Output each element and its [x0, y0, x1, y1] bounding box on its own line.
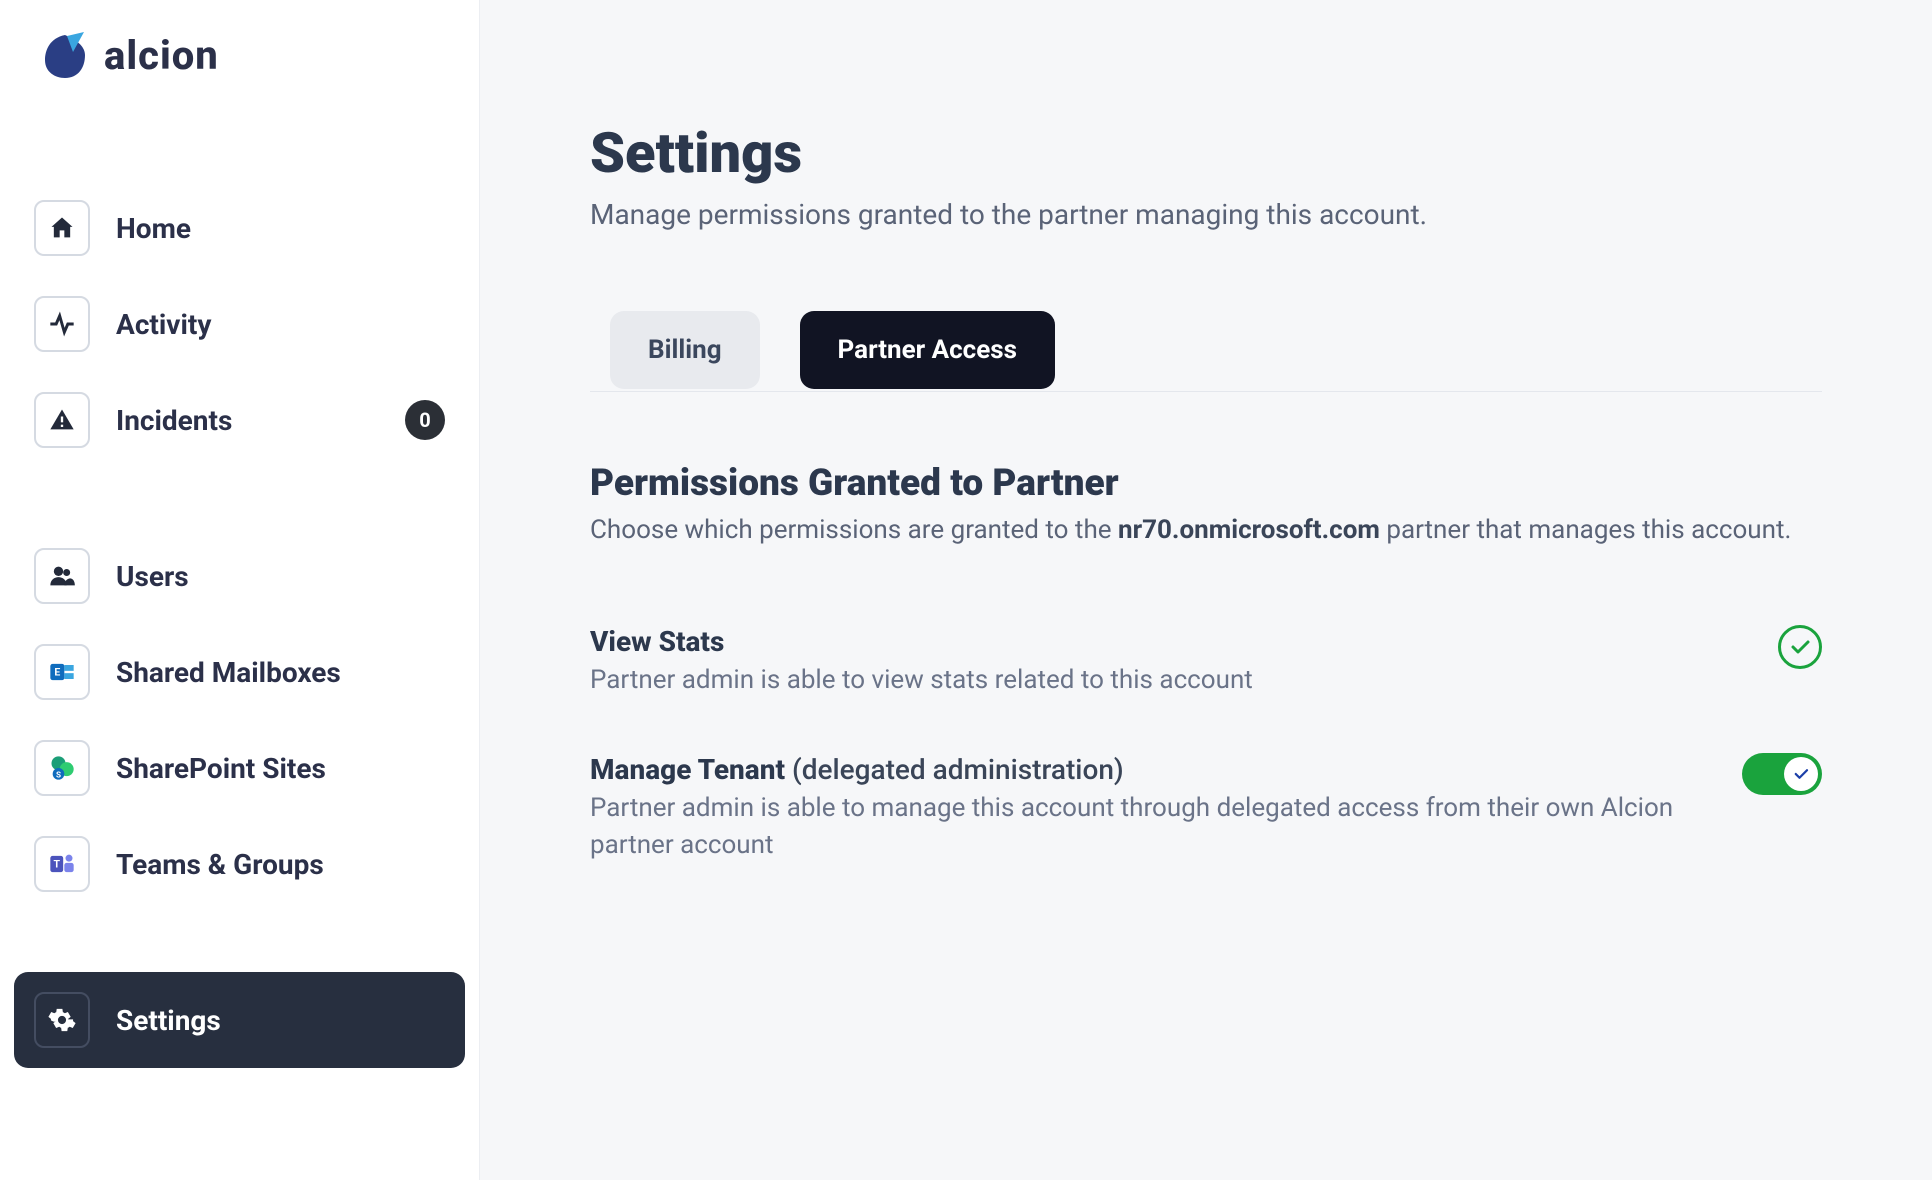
sidebar-item-users[interactable]: Users	[14, 528, 465, 624]
permissions-section-description: Choose which permissions are granted to …	[590, 515, 1822, 545]
sharepoint-icon: S	[34, 740, 90, 796]
sidebar-item-label: Home	[116, 212, 191, 245]
alcion-logo-icon	[40, 30, 90, 80]
permission-title: Manage Tenant (delegated administration)	[590, 753, 1690, 786]
settings-tabs: Billing Partner Access	[590, 311, 1822, 392]
permission-description: Partner admin is able to view stats rela…	[590, 662, 1690, 698]
manage-tenant-toggle[interactable]	[1742, 753, 1822, 795]
svg-text:T: T	[53, 858, 60, 871]
sidebar-item-label: Users	[116, 560, 189, 593]
activity-icon	[34, 296, 90, 352]
sidebar-item-label: Shared Mailboxes	[116, 656, 341, 689]
exchange-icon: E	[34, 644, 90, 700]
brand-name: alcion	[104, 32, 219, 79]
sidebar-item-settings[interactable]: Settings	[14, 972, 465, 1068]
sidebar-item-teams-groups[interactable]: T Teams & Groups	[14, 816, 465, 912]
toggle-knob	[1784, 757, 1818, 791]
page-title: Settings	[590, 120, 1822, 186]
sidebar-item-label: Activity	[116, 308, 211, 341]
permission-description: Partner admin is able to manage this acc…	[590, 790, 1690, 863]
svg-text:E: E	[54, 666, 60, 679]
partner-domain: nr70.onmicrosoft.com	[1118, 515, 1380, 545]
gear-icon	[34, 992, 90, 1048]
tab-billing[interactable]: Billing	[610, 311, 760, 389]
sidebar-item-sharepoint-sites[interactable]: S SharePoint Sites	[14, 720, 465, 816]
teams-icon: T	[34, 836, 90, 892]
sidebar-item-shared-mailboxes[interactable]: E Shared Mailboxes	[14, 624, 465, 720]
svg-text:S: S	[56, 769, 61, 779]
sidebar-item-incidents[interactable]: Incidents 0	[14, 372, 465, 468]
sidebar-item-home[interactable]: Home	[14, 180, 465, 276]
permission-title: View Stats	[590, 625, 1690, 658]
users-icon	[34, 548, 90, 604]
nav-group-resources: Users E Shared Mailboxes S SharePoint Si…	[14, 528, 465, 912]
sidebar-item-label: Incidents	[116, 404, 232, 437]
sidebar: alcion Home Activity Incidents 0	[0, 0, 480, 1180]
sidebar-item-label: Teams & Groups	[116, 848, 324, 881]
home-icon	[34, 200, 90, 256]
warning-icon	[34, 392, 90, 448]
sidebar-item-label: SharePoint Sites	[116, 752, 326, 785]
incidents-count-badge: 0	[405, 400, 445, 440]
tab-partner-access[interactable]: Partner Access	[800, 311, 1055, 389]
check-circle-icon	[1778, 625, 1822, 669]
permission-view-stats: View Stats Partner admin is able to view…	[590, 625, 1822, 698]
nav-group-main: Home Activity Incidents 0	[14, 180, 465, 468]
sidebar-item-label: Settings	[116, 1004, 221, 1037]
permissions-section-title: Permissions Granted to Partner	[590, 462, 1822, 505]
brand-logo[interactable]: alcion	[14, 30, 465, 80]
page-subtitle: Manage permissions granted to the partne…	[590, 198, 1822, 231]
main-content: Settings Manage permissions granted to t…	[480, 0, 1932, 1180]
permission-manage-tenant: Manage Tenant (delegated administration)…	[590, 753, 1822, 863]
sidebar-item-activity[interactable]: Activity	[14, 276, 465, 372]
